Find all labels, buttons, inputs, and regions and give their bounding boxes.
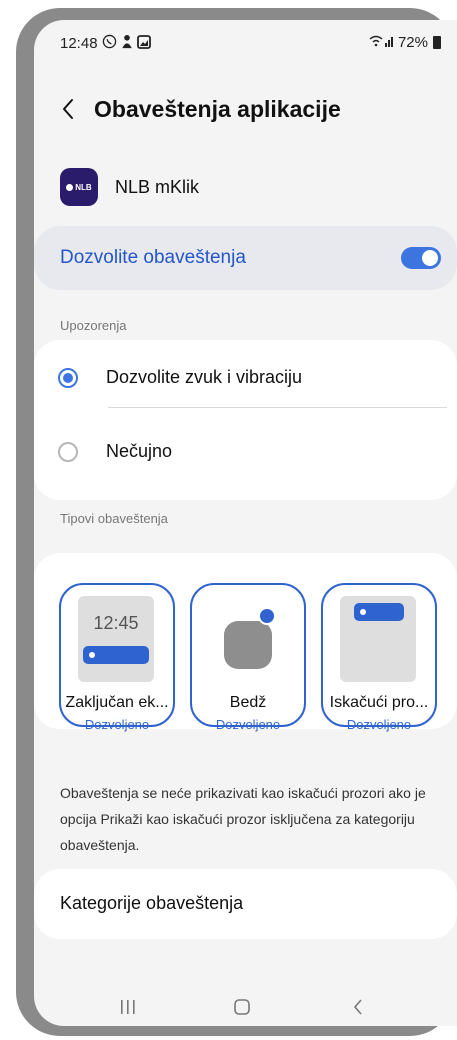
- tile-popup[interactable]: Iskačući pro... Dozvoljeno: [321, 583, 437, 732]
- person-icon: [121, 34, 133, 52]
- battery-icon: [433, 36, 441, 49]
- popup-dot: [360, 609, 366, 615]
- image-icon: [136, 34, 151, 52]
- info-text: Obaveštenja se neće prikazivati kao iska…: [60, 785, 426, 853]
- alert-option-silent[interactable]: Nečujno: [58, 441, 172, 462]
- page-title: Obaveštenja aplikacije: [94, 95, 341, 122]
- lock-screen-preview-icon: 12:45: [78, 596, 154, 682]
- alerts-section-label: Upozorenja: [60, 318, 127, 333]
- badge-dot-icon: [258, 607, 276, 625]
- tile-name: Iskačući pro...: [329, 694, 429, 711]
- notification-bar-icon: [83, 646, 149, 664]
- tile-status: Dozvoljeno: [215, 717, 281, 732]
- app-logo-dot-icon: [66, 183, 74, 191]
- allow-notifications-toggle[interactable]: [401, 247, 441, 269]
- radio-unselected-icon[interactable]: [58, 441, 78, 462]
- tile-name: Zaključan ek...: [65, 694, 169, 711]
- whatsapp-icon: [102, 34, 117, 52]
- screen: 12:48 72% Obaveštenja aplikacije NLB NLB…: [34, 20, 457, 1026]
- home-icon[interactable]: [222, 992, 262, 1022]
- app-logo-label: NLB: [75, 182, 92, 192]
- popup-preview-icon: [340, 596, 416, 682]
- navigation-bar: [34, 988, 457, 1024]
- header: Obaveštenja aplikacije: [56, 94, 341, 124]
- tile-status: Dozvoljeno: [84, 717, 150, 732]
- tile-name: Bedž: [229, 694, 267, 711]
- popup-bar-icon: [354, 603, 404, 621]
- status-time: 12:48: [60, 34, 98, 52]
- categories-label: Kategorije obaveštenja: [60, 893, 244, 913]
- alerts-card: [34, 340, 457, 500]
- app-logo-text: NLB: [66, 182, 92, 192]
- app-row: NLB NLB mKlik: [60, 168, 199, 206]
- alert-option-label: Dozvolite zvuk i vibraciju: [106, 367, 303, 387]
- preview-time: 12:45: [93, 613, 139, 633]
- back-arrow-icon[interactable]: [56, 94, 80, 124]
- divider: [108, 407, 447, 408]
- tile-lock-screen[interactable]: 12:45 Zaključan ek... Dozvoljeno: [59, 583, 175, 732]
- alert-option-sound-vibration[interactable]: Dozvolite zvuk i vibraciju: [58, 367, 302, 388]
- notification-categories-row[interactable]: Kategorije obaveštenja: [34, 869, 457, 939]
- tile-status: Dozvoljeno: [346, 717, 412, 732]
- radio-selected-icon[interactable]: [58, 367, 78, 388]
- wifi-signal-icon: [369, 34, 395, 51]
- back-nav-icon[interactable]: [338, 992, 378, 1022]
- toggle-knob: [422, 250, 438, 266]
- app-name: NLB mKlik: [115, 176, 200, 197]
- tile-badge[interactable]: Bedž Dozvoljeno: [190, 583, 306, 732]
- allow-notifications-row[interactable]: Dozvolite obaveštenja: [34, 226, 457, 290]
- notification-dot: [89, 652, 95, 658]
- types-section-label: Tipovi obaveštenja: [60, 511, 168, 526]
- recent-apps-icon[interactable]: [108, 992, 148, 1022]
- battery-percent: 72%: [397, 34, 428, 51]
- app-icon-shape: [224, 621, 272, 669]
- status-left: 12:48: [60, 34, 151, 52]
- status-bar: 12:48 72%: [60, 34, 441, 56]
- alert-option-label: Nečujno: [106, 441, 173, 461]
- app-logo: NLB: [60, 168, 98, 206]
- status-right: 72%: [369, 34, 441, 51]
- allow-notifications-label: Dozvolite obaveštenja: [60, 247, 246, 268]
